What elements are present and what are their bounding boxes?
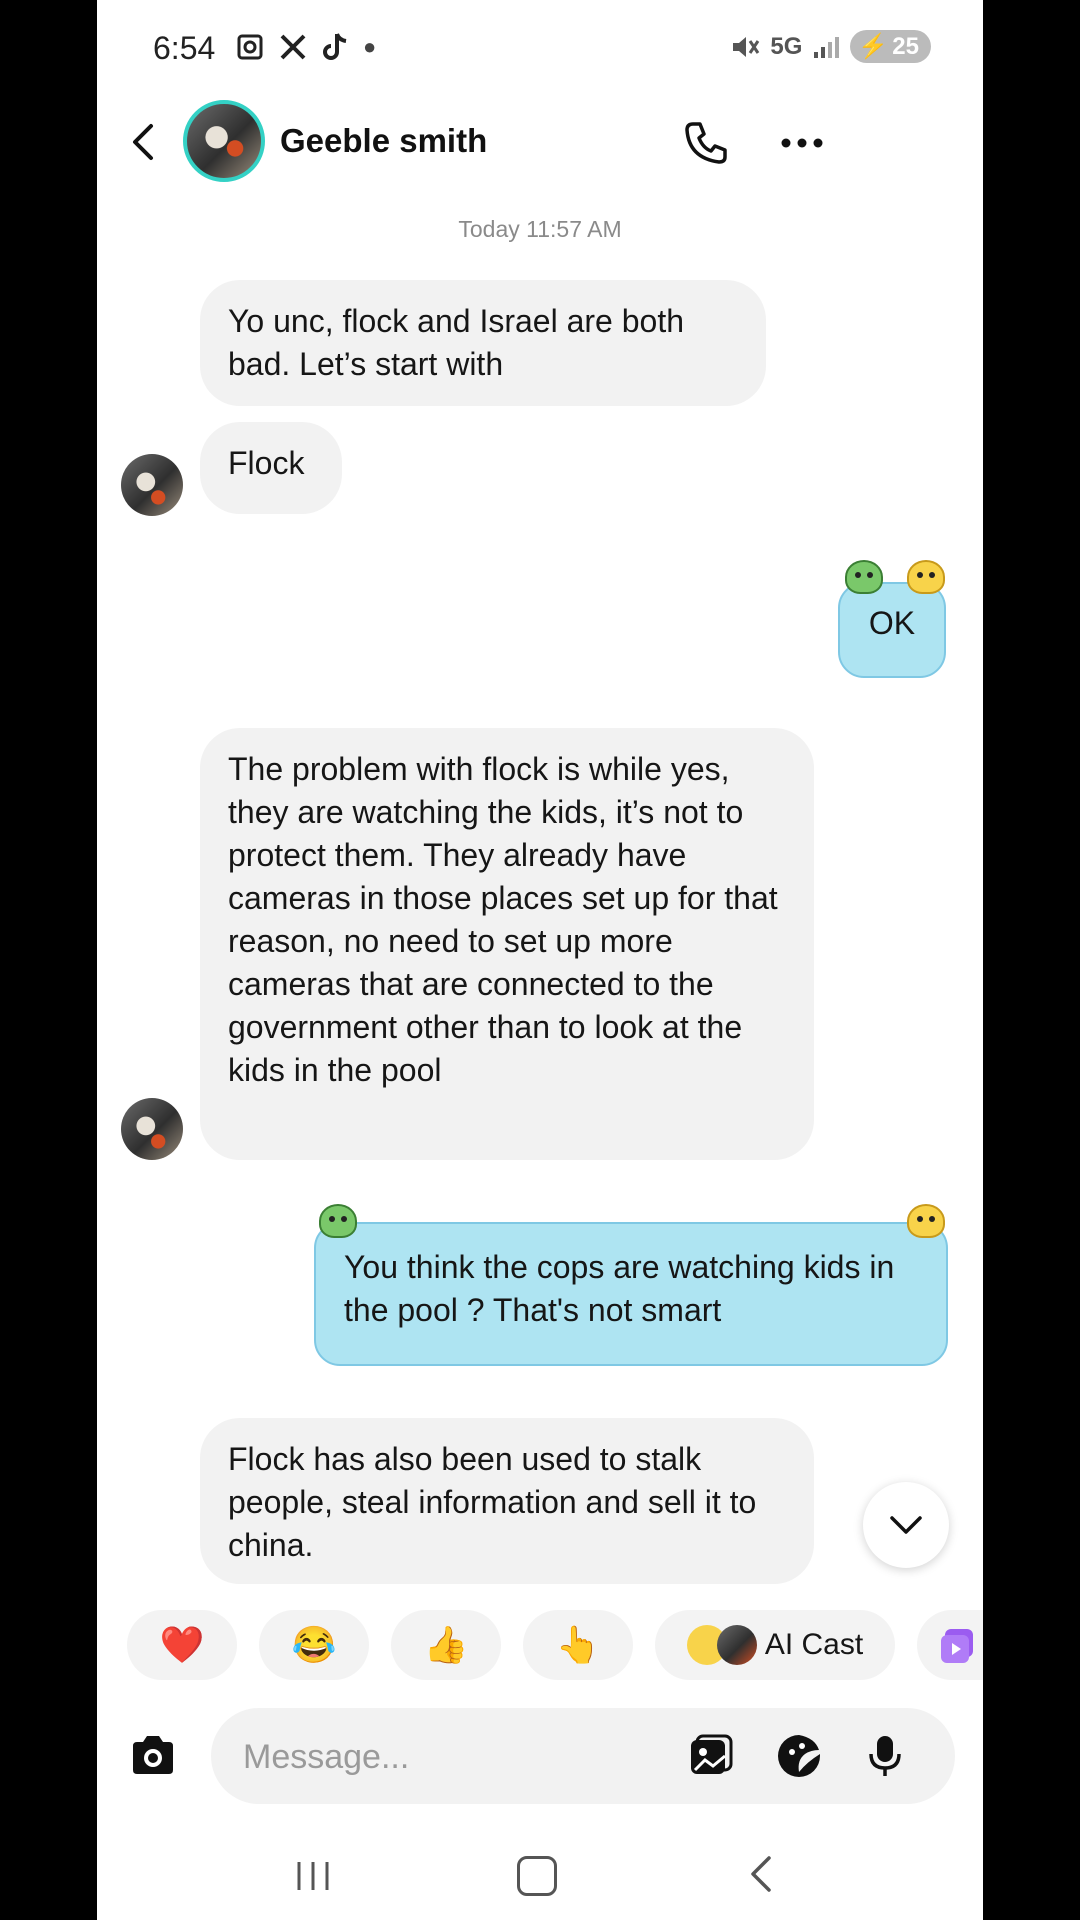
quick-reply-bar: ❤️ 😂 👍 👆 AI Cast [97,1610,983,1680]
more-options-icon[interactable] [777,118,827,168]
incoming-message[interactable]: Yo unc, flock and Israel are both bad. L… [200,280,766,406]
status-bar: 6:54 ● 5G ⚡ 25 [97,0,983,100]
ai-cast-button[interactable]: AI Cast [655,1610,895,1680]
message-text: Flock [228,445,305,481]
sticker-icon[interactable] [775,1732,823,1780]
more-quick-actions-button[interactable] [917,1610,983,1680]
thumbs-up-reaction-button[interactable]: 👍 [391,1610,501,1680]
scroll-to-bottom-button[interactable] [863,1482,949,1568]
message-input[interactable] [241,1708,665,1806]
x-app-icon [280,34,306,60]
frog-sticker-icon [845,560,883,594]
video-gallery-icon [941,1629,973,1663]
pointing-up-icon: 👆 [555,1624,601,1665]
contact-mini-avatar [716,1625,757,1665]
system-indicators: 5G ⚡ 25 [730,30,931,63]
message-composer [97,1708,983,1806]
message-text: OK [868,605,916,641]
camera-icon[interactable] [127,1730,179,1782]
system-navigation-bar [97,1840,983,1920]
ai-cast-label: AI Cast [764,1628,864,1661]
network-type: 5G [770,32,803,60]
laugh-reaction-button[interactable]: 😂 [259,1610,369,1680]
chevron-down-icon [890,1516,922,1534]
contact-avatar[interactable] [183,100,265,182]
contact-name[interactable]: Geeble smith [280,122,487,160]
gallery-icon[interactable] [687,1732,735,1780]
microphone-icon[interactable] [861,1732,909,1780]
incoming-message[interactable]: Flock [200,422,342,514]
message-text: Flock has also been used to stalk people… [228,1441,757,1563]
mute-icon [733,36,760,57]
incoming-message[interactable]: The problem with flock is while yes, the… [200,728,814,1160]
phone-call-icon[interactable] [681,118,731,168]
sender-avatar[interactable] [121,454,183,516]
signal-icon [814,36,840,58]
outgoing-message[interactable]: You think the cops are watching kids in … [314,1222,948,1366]
conversation-timestamp: Today 11:57 AM [458,216,622,242]
laughing-face-icon: 😂 [291,1624,337,1665]
notification-icons: ● [235,32,376,62]
chick-sticker-icon [907,560,945,594]
message-text: You think the cops are watching kids in … [344,1249,895,1328]
system-back-icon[interactable] [745,1854,775,1894]
charging-icon: ⚡ [858,33,889,60]
incoming-message[interactable]: Flock has also been used to stalk people… [200,1418,814,1584]
tiktok-icon [323,33,347,60]
message-input-container [211,1708,955,1806]
screenshot-icon [237,34,263,60]
back-arrow-icon[interactable] [125,122,165,162]
chick-sticker-icon [907,1204,945,1238]
chat-header: Geeble smith [97,100,983,200]
recent-apps-icon[interactable] [293,1858,333,1894]
message-text: The problem with flock is while yes, the… [228,751,778,1088]
point-up-reaction-button[interactable]: 👆 [523,1610,633,1680]
heart-icon: ❤️ [159,1624,205,1665]
sender-avatar[interactable] [121,1098,183,1160]
home-button-icon[interactable] [517,1856,557,1896]
thumbs-up-icon: 👍 [423,1624,469,1665]
status-time: 6:54 [153,30,216,66]
message-text: Yo unc, flock and Israel are both bad. L… [228,303,684,382]
battery-indicator: ⚡ 25 [850,30,931,63]
more-notifications-dot-icon: ● [363,34,377,59]
frog-sticker-icon [319,1204,357,1238]
heart-reaction-button[interactable]: ❤️ [127,1610,237,1680]
outgoing-message[interactable]: OK [838,582,946,678]
battery-level: 25 [892,32,919,60]
chat-screen: 6:54 ● 5G ⚡ 25 Geeble smith Today 11:57 … [97,0,983,1920]
